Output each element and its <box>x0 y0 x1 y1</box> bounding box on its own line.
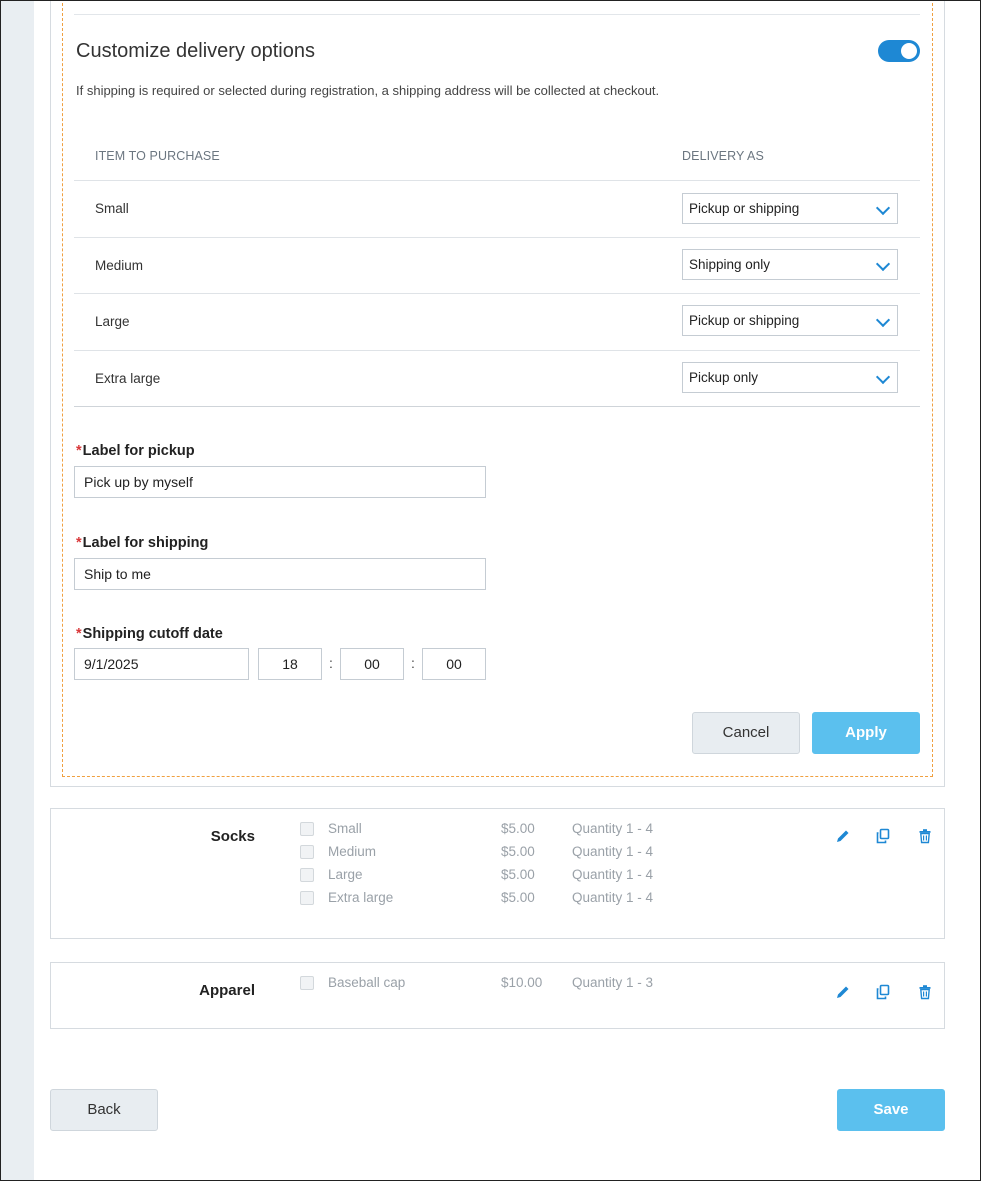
delivery-row-item: Large <box>95 314 130 329</box>
delivery-select-value: Pickup only <box>689 370 759 385</box>
delivery-select-value: Pickup or shipping <box>689 201 800 216</box>
copy-icon[interactable] <box>875 828 891 844</box>
variant-checkbox[interactable] <box>300 868 314 882</box>
product-card-apparel: Apparel Baseball cap $10.00 Quantity 1 -… <box>50 962 945 1029</box>
shipping-label-input[interactable] <box>74 558 486 590</box>
variant-name: Baseball cap <box>328 975 406 990</box>
delivery-row-item: Medium <box>95 258 144 273</box>
table-divider <box>74 237 920 238</box>
pickup-label-text: Label for pickup <box>82 443 195 459</box>
variant-price: $5.00 <box>501 867 535 882</box>
table-divider <box>74 293 920 294</box>
required-mark: * <box>76 443 82 459</box>
delivery-select-value: Pickup or shipping <box>689 313 800 328</box>
cutoff-minute-input[interactable] <box>340 648 404 680</box>
variant-price: $10.00 <box>501 975 543 990</box>
delivery-options-description: If shipping is required or selected duri… <box>76 83 660 98</box>
shipping-label-heading: *Label for shipping <box>76 535 208 551</box>
delivery-select[interactable]: Shipping only <box>682 249 898 280</box>
cutoff-hour-input[interactable] <box>258 648 322 680</box>
pencil-icon[interactable] <box>835 828 851 844</box>
table-divider <box>74 350 920 351</box>
left-rail <box>1 1 34 1180</box>
variant-price: $5.00 <box>501 821 535 836</box>
delivery-options-toggle[interactable] <box>878 40 920 62</box>
delivery-select[interactable]: Pickup or shipping <box>682 305 898 336</box>
pickup-label-input[interactable] <box>74 466 486 498</box>
variant-name: Small <box>328 821 362 836</box>
product-name: Apparel <box>199 982 255 999</box>
column-header-delivery: DELIVERY AS <box>682 149 764 163</box>
cutoff-date-text: Shipping cutoff date <box>82 626 223 642</box>
column-header-item: ITEM TO PURCHASE <box>95 149 220 163</box>
table-divider <box>74 406 920 407</box>
trash-icon[interactable] <box>917 828 933 844</box>
copy-icon[interactable] <box>875 984 891 1000</box>
chevron-down-icon <box>875 369 891 385</box>
variant-checkbox[interactable] <box>300 976 314 990</box>
delivery-select[interactable]: Pickup only <box>682 362 898 393</box>
delivery-select-value: Shipping only <box>689 257 771 272</box>
delivery-select[interactable]: Pickup or shipping <box>682 193 898 224</box>
cutoff-second-input[interactable] <box>422 648 486 680</box>
product-name: Socks <box>210 828 255 845</box>
variant-quantity: Quantity 1 - 3 <box>572 975 654 990</box>
divider <box>74 14 920 15</box>
time-separator: : <box>411 655 415 671</box>
cancel-button[interactable]: Cancel <box>692 712 800 754</box>
variant-checkbox[interactable] <box>300 891 314 905</box>
back-button[interactable]: Back <box>50 1089 158 1131</box>
product-card-socks: Socks Small $5.00 Quantity 1 - 4 Medium … <box>50 808 945 939</box>
delivery-row-item: Extra large <box>95 371 161 386</box>
pencil-icon[interactable] <box>835 984 851 1000</box>
variant-quantity: Quantity 1 - 4 <box>572 821 654 836</box>
pickup-label-heading: *Label for pickup <box>76 443 195 459</box>
chevron-down-icon <box>875 256 891 272</box>
chevron-down-icon <box>875 312 891 328</box>
variant-price: $5.00 <box>501 844 535 859</box>
time-separator: : <box>329 655 333 671</box>
variant-name: Medium <box>328 844 377 859</box>
variant-checkbox[interactable] <box>300 822 314 836</box>
shipping-label-text: Label for shipping <box>82 535 209 551</box>
table-divider <box>74 180 920 181</box>
chevron-down-icon <box>875 200 891 216</box>
apply-button[interactable]: Apply <box>812 712 920 754</box>
delivery-options-title: Customize delivery options <box>76 40 315 62</box>
required-mark: * <box>76 535 82 551</box>
delivery-row-item: Small <box>95 201 129 216</box>
cutoff-date-input[interactable] <box>74 648 249 680</box>
cutoff-date-heading: *Shipping cutoff date <box>76 626 223 642</box>
variant-quantity: Quantity 1 - 4 <box>572 867 654 882</box>
variant-checkbox[interactable] <box>300 845 314 859</box>
variant-price: $5.00 <box>501 890 535 905</box>
toggle-knob <box>901 43 917 59</box>
variant-quantity: Quantity 1 - 4 <box>572 844 654 859</box>
required-mark: * <box>76 626 82 642</box>
variant-name: Extra large <box>328 890 394 905</box>
variant-quantity: Quantity 1 - 4 <box>572 890 654 905</box>
variant-name: Large <box>328 867 363 882</box>
trash-icon[interactable] <box>917 984 933 1000</box>
save-button[interactable]: Save <box>837 1089 945 1131</box>
